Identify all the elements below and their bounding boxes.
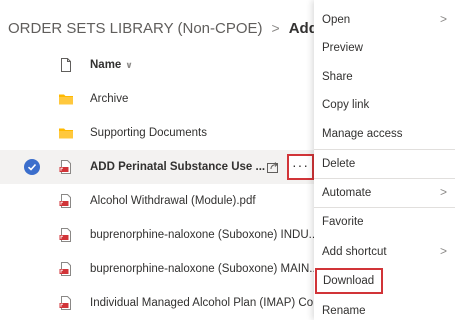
share-icon[interactable] <box>266 160 280 174</box>
context-menu: Open > Preview Share Copy link Manage acc… <box>314 0 455 320</box>
file-name[interactable]: Supporting Documents <box>90 116 316 150</box>
menu-item-automate[interactable]: Automate > <box>314 179 455 207</box>
checkmark-icon[interactable] <box>24 159 40 175</box>
list-item[interactable]: Archive <box>0 82 320 116</box>
menu-item-rename[interactable]: Rename <box>314 297 455 320</box>
menu-item-preview[interactable]: Preview <box>314 34 455 62</box>
file-name[interactable]: ADD Perinatal Substance Use ... <box>90 150 316 184</box>
pdf-icon <box>58 295 74 311</box>
file-name[interactable]: buprenorphine-naloxone (Suboxone) MAIN..… <box>90 252 316 286</box>
list-item-selected[interactable]: ADD Perinatal Substance Use ... ··· <box>0 150 320 184</box>
pdf-icon <box>58 193 74 209</box>
pdf-icon <box>58 227 74 243</box>
menu-item-share[interactable]: Share <box>314 63 455 91</box>
name-column-header[interactable]: Name ∨ <box>90 48 316 82</box>
menu-item-manage-access[interactable]: Manage access <box>314 120 455 148</box>
breadcrumb-root[interactable]: ORDER SETS LIBRARY (Non-CPOE) <box>8 20 263 37</box>
list-header: Name ∨ <box>0 48 320 82</box>
file-name[interactable]: Individual Managed Alcohol Plan (IMAP) C… <box>90 286 316 320</box>
list-item[interactable]: Alcohol Withdrawal (Module).pdf <box>0 184 320 218</box>
pdf-icon <box>58 261 74 277</box>
list-item[interactable]: Supporting Documents <box>0 116 320 150</box>
menu-item-delete[interactable]: Delete <box>314 150 455 178</box>
file-name[interactable]: Alcohol Withdrawal (Module).pdf <box>90 184 316 218</box>
folder-icon <box>58 125 74 141</box>
list-item[interactable]: buprenorphine-naloxone (Suboxone) INDU..… <box>0 218 320 252</box>
chevron-right-icon: > <box>439 12 447 26</box>
more-options-button[interactable]: ··· <box>287 154 314 180</box>
breadcrumb: ORDER SETS LIBRARY (Non-CPOE) > Addictio… <box>8 16 358 40</box>
list-item[interactable]: buprenorphine-naloxone (Suboxone) MAIN..… <box>0 252 320 286</box>
chevron-right-icon: > <box>439 185 447 199</box>
file-name[interactable]: Archive <box>90 82 316 116</box>
folder-icon <box>58 91 74 107</box>
pdf-icon <box>58 159 74 175</box>
chevron-right-icon: > <box>439 244 447 258</box>
menu-item-download[interactable]: Download <box>315 268 383 294</box>
file-type-icon[interactable] <box>58 57 74 73</box>
list-item[interactable]: Individual Managed Alcohol Plan (IMAP) C… <box>0 286 320 320</box>
chevron-down-icon: ∨ <box>125 60 133 70</box>
breadcrumb-separator: > <box>271 20 280 36</box>
menu-item-open[interactable]: Open > <box>314 6 455 34</box>
menu-item-copy-link[interactable]: Copy link <box>314 91 455 119</box>
menu-item-add-shortcut[interactable]: Add shortcut > <box>314 238 455 266</box>
file-list: Name ∨ Archive Supporting Documents ADD P… <box>0 48 320 320</box>
file-name[interactable]: buprenorphine-naloxone (Suboxone) INDU..… <box>90 218 316 252</box>
menu-item-favorite[interactable]: Favorite <box>314 208 455 236</box>
